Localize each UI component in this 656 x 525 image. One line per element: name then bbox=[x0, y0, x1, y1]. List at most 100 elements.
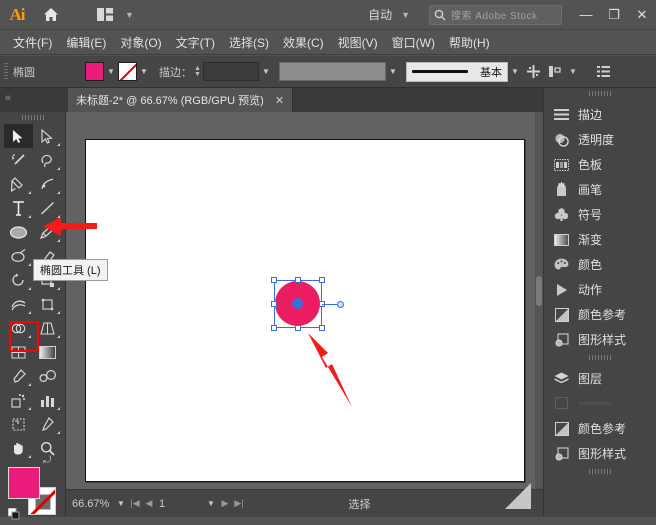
brush-chevron-down-icon[interactable]: ▼ bbox=[508, 62, 522, 81]
selection-handle-bc[interactable] bbox=[295, 325, 301, 331]
panel-item-layers-0[interactable]: 图层 bbox=[544, 366, 656, 391]
home-icon[interactable] bbox=[34, 0, 68, 30]
selection-handle-bl[interactable] bbox=[271, 325, 277, 331]
live-shape-widget[interactable] bbox=[337, 301, 344, 308]
menu-item-0[interactable]: 文件(F) bbox=[6, 31, 59, 54]
profile-chevron-down-icon[interactable]: ▼ bbox=[386, 62, 400, 81]
panel-item-color-guide-8[interactable]: 颜色参考 bbox=[544, 302, 656, 327]
tool-width[interactable] bbox=[4, 292, 33, 316]
status-bar-resize-grip[interactable] bbox=[505, 483, 531, 509]
panel-item-gradient-5[interactable]: 渐变 bbox=[544, 227, 656, 252]
brush-preview-icon bbox=[412, 70, 468, 73]
fill-color-swatch[interactable] bbox=[85, 62, 104, 81]
align-icon[interactable] bbox=[522, 61, 544, 83]
right-dock-grip[interactable] bbox=[589, 91, 611, 96]
selection-handle-ml[interactable] bbox=[271, 301, 277, 307]
document-tab[interactable]: 未标题-2* @ 66.67% (RGB/GPU 预览) ✕ bbox=[68, 88, 293, 112]
fill-swatch-large[interactable] bbox=[8, 467, 40, 499]
variable-width-profile[interactable] bbox=[279, 62, 386, 81]
tool-symbol-sprayer[interactable] bbox=[4, 388, 33, 412]
tool-slice[interactable] bbox=[33, 412, 62, 436]
menu-item-3[interactable]: 文字(T) bbox=[169, 31, 222, 54]
panel-item-color-guide-2[interactable]: 颜色参考 bbox=[544, 416, 656, 441]
menu-item-6[interactable]: 视图(V) bbox=[331, 31, 385, 54]
tool-blend[interactable] bbox=[33, 364, 62, 388]
auto-mode-selector[interactable]: 自动 ▼ bbox=[364, 6, 415, 23]
tool-rotate[interactable] bbox=[4, 268, 33, 292]
fill-chevron-down-icon[interactable]: ▼ bbox=[104, 62, 118, 81]
zoom-level-field[interactable]: 66.67% ▼ bbox=[72, 494, 128, 513]
panel-menu-icon[interactable] bbox=[592, 61, 614, 83]
tool-eyedropper[interactable] bbox=[4, 364, 33, 388]
minimize-button[interactable]: — bbox=[572, 0, 600, 30]
transform-chevron-down-icon[interactable]: ▼ bbox=[566, 62, 580, 81]
menu-item-8[interactable]: 帮助(H) bbox=[442, 31, 497, 54]
swap-fill-stroke-icon[interactable]: ⤾ bbox=[43, 455, 51, 466]
panel-item-transparency-1[interactable]: 透明度 bbox=[544, 127, 656, 152]
left-dock-collapse-icon[interactable]: « bbox=[5, 92, 11, 104]
panel-group-two-grip[interactable] bbox=[589, 469, 611, 474]
tool-column-graph[interactable] bbox=[33, 388, 62, 412]
panel-item-graphic-styles-3[interactable]: 图形样式 bbox=[544, 441, 656, 466]
canvas-vertical-scrollbar[interactable] bbox=[535, 112, 543, 489]
stroke-weight-stepper[interactable]: ▲▼ bbox=[192, 62, 203, 81]
tool-magic-wand[interactable] bbox=[4, 148, 33, 172]
search-adobe-stock[interactable]: 搜索 Adobe Stock bbox=[429, 5, 562, 25]
scrollbar-thumb[interactable] bbox=[536, 276, 542, 306]
document-tab-close-icon[interactable]: ✕ bbox=[275, 94, 284, 107]
menu-item-4[interactable]: 选择(S) bbox=[222, 31, 276, 54]
panel-item-symbols-4[interactable]: 符号 bbox=[544, 202, 656, 227]
workspace-switcher-icon[interactable] bbox=[90, 0, 120, 30]
artboard-chevron-down-icon[interactable]: ▼ bbox=[204, 494, 218, 513]
stroke-color-swatch[interactable] bbox=[118, 62, 137, 81]
tool-hand[interactable] bbox=[4, 436, 33, 460]
menu-item-5[interactable]: 效果(C) bbox=[276, 31, 331, 54]
stroke-weight-input[interactable] bbox=[203, 62, 259, 81]
tool-lasso[interactable] bbox=[33, 148, 62, 172]
control-bar-grip[interactable] bbox=[4, 63, 8, 81]
menu-item-7[interactable]: 窗口(W) bbox=[385, 31, 442, 54]
artboards-icon bbox=[553, 395, 570, 412]
artboard-number-input[interactable]: 1 bbox=[156, 495, 204, 512]
tool-shaper[interactable] bbox=[4, 244, 33, 268]
workspace-chevron-down-icon[interactable]: ▼ bbox=[120, 10, 139, 20]
tool-group-indicator-icon bbox=[57, 431, 60, 434]
selection-handle-tr[interactable] bbox=[319, 277, 325, 283]
panel-item-stroke-0[interactable]: 描边 bbox=[544, 102, 656, 127]
tool-type[interactable] bbox=[4, 196, 33, 220]
tool-pen[interactable] bbox=[4, 172, 33, 196]
tool-free-transform[interactable] bbox=[33, 292, 62, 316]
status-mode-label[interactable]: 选择 bbox=[349, 496, 441, 512]
panel-item-color-6[interactable]: 颜色 bbox=[544, 252, 656, 277]
panel-item-artboards-1[interactable] bbox=[544, 391, 656, 416]
close-button[interactable]: ✕ bbox=[628, 0, 656, 30]
zoom-chevron-down-icon[interactable]: ▼ bbox=[114, 494, 128, 513]
tool-ellipse[interactable] bbox=[4, 220, 33, 244]
tool-artboard[interactable] bbox=[4, 412, 33, 436]
panel-item-brushes-3[interactable]: 画笔 bbox=[544, 177, 656, 202]
transform-icon[interactable] bbox=[544, 61, 566, 83]
panel-group-one-grip[interactable] bbox=[589, 355, 611, 360]
menu-item-2[interactable]: 对象(O) bbox=[113, 31, 168, 54]
auto-chevron-down-icon[interactable]: ▼ bbox=[396, 10, 415, 20]
menu-item-1[interactable]: 编辑(E) bbox=[59, 31, 113, 54]
tool-curvature[interactable] bbox=[33, 172, 62, 196]
panel-item-actions-7[interactable]: 动作 bbox=[544, 277, 656, 302]
default-colors-icon[interactable] bbox=[8, 507, 20, 525]
panel-item-graphic-styles-9[interactable]: 图形样式 bbox=[544, 327, 656, 352]
tools-panel-grip[interactable] bbox=[22, 115, 44, 120]
menu-bar: 文件(F)编辑(E)对象(O)文字(T)选择(S)效果(C)视图(V)窗口(W)… bbox=[0, 30, 656, 55]
last-artboard-button[interactable]: ▶| bbox=[232, 498, 246, 509]
maximize-button[interactable]: ❐ bbox=[600, 0, 628, 30]
tool-selection[interactable] bbox=[4, 124, 33, 148]
first-artboard-button[interactable]: |◀ bbox=[128, 498, 142, 509]
tool-direct-selection[interactable] bbox=[33, 124, 62, 148]
next-artboard-button[interactable]: ▶ bbox=[218, 498, 232, 509]
stroke-weight-chevron-down-icon[interactable]: ▼ bbox=[259, 62, 273, 81]
brush-definition-selector[interactable]: 基本 bbox=[406, 62, 508, 82]
prev-artboard-button[interactable]: ◀ bbox=[142, 498, 156, 509]
selection-handle-tc[interactable] bbox=[295, 277, 301, 283]
stroke-chevron-down-icon[interactable]: ▼ bbox=[137, 62, 151, 81]
panel-item-swatches-2[interactable]: 色板 bbox=[544, 152, 656, 177]
selection-handle-tl[interactable] bbox=[271, 277, 277, 283]
